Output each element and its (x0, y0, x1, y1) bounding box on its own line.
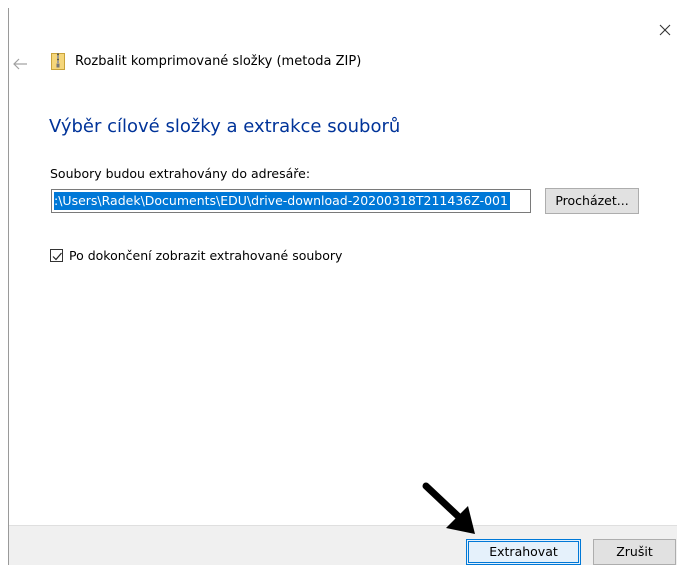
zip-folder-icon (51, 53, 65, 70)
window-title: Rozbalit komprimované složky (metoda ZIP… (75, 54, 362, 69)
back-button[interactable] (12, 55, 28, 70)
back-arrow-icon (13, 58, 27, 70)
show-extracted-files-label: Po dokončení zobrazit extrahované soubor… (69, 248, 343, 263)
page-heading: Výběr cílové složky a extrakce souborů (49, 116, 401, 137)
browse-button[interactable]: Procházet... (545, 188, 639, 214)
extract-button[interactable]: Extrahovat (466, 539, 581, 565)
cancel-button[interactable]: Zrušit (593, 539, 676, 565)
destination-path-value: :\Users\Radek\Documents\EDU\drive-downlo… (54, 192, 510, 210)
destination-path-label: Soubory budou extrahovány do adresáře: (50, 166, 311, 181)
destination-path-input[interactable]: :\Users\Radek\Documents\EDU\drive-downlo… (51, 189, 531, 213)
extract-dialog (8, 8, 677, 565)
close-button[interactable] (657, 22, 673, 38)
pointer-arrow-icon (420, 482, 480, 538)
close-icon (659, 24, 671, 36)
checkmark-icon (52, 252, 62, 261)
show-extracted-files-checkbox[interactable] (50, 249, 63, 262)
